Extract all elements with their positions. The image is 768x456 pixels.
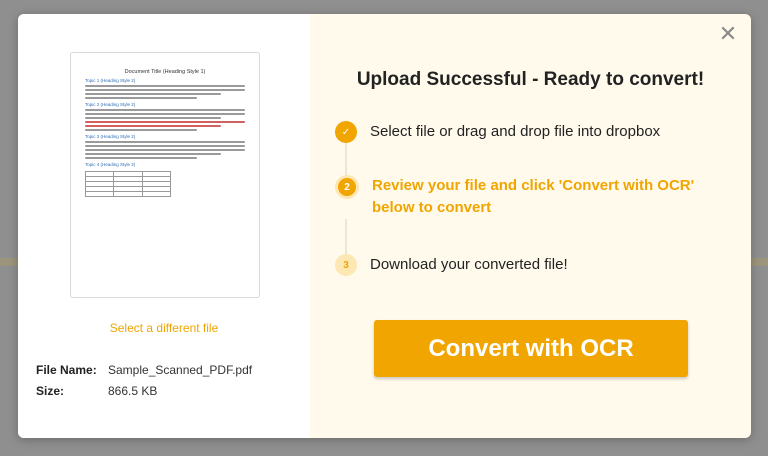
file-size-row: Size: 866.5 KB: [36, 380, 252, 401]
doc-text-line: [85, 121, 245, 123]
doc-text-line: [85, 153, 221, 155]
doc-text-line: [85, 113, 245, 115]
doc-text-line: [85, 149, 245, 151]
step-1: ✓ Select file or drag and drop file into…: [335, 121, 660, 143]
step-3-text: Download your converted file!: [370, 256, 568, 273]
step-1-text: Select file or drag and drop file into d…: [370, 123, 661, 140]
doc-heading: Topic 3 (Heading Style 2): [85, 134, 136, 139]
doc-text-line: [85, 89, 245, 91]
doc-heading: Topic 2 (Heading Style 2): [85, 102, 136, 107]
doc-text-line: [85, 129, 197, 131]
file-name-row: File Name: Sample_Scanned_PDF.pdf: [36, 359, 252, 380]
step-3: 3 Download your converted file!: [335, 254, 568, 276]
close-icon[interactable]: ✕: [717, 24, 739, 46]
check-icon: ✓: [335, 121, 357, 143]
doc-title: Document Title (Heading Style 1): [124, 69, 206, 75]
document-page: Document Title (Heading Style 1) Topic 1…: [84, 63, 245, 287]
doc-heading: Topic 4 (Heading Style 2): [85, 162, 136, 167]
step-2-text: Review your file and click 'Convert with…: [372, 177, 695, 216]
doc-text-line: [85, 125, 221, 127]
file-size-label: Size:: [36, 383, 65, 398]
doc-table: [84, 171, 172, 197]
doc-text-line: [85, 109, 245, 111]
upload-modal: Document Title (Heading Style 1) Topic 1…: [18, 14, 751, 438]
convert-with-ocr-button[interactable]: Convert with OCR: [374, 320, 688, 377]
file-name-value: Sample_Scanned_PDF.pdf: [108, 362, 253, 377]
doc-text-line: [85, 141, 245, 143]
doc-text-line: [85, 145, 245, 147]
doc-text-line: [85, 85, 245, 87]
doc-text-line: [85, 97, 197, 99]
doc-heading: Topic 1 (Heading Style 2): [85, 78, 136, 83]
doc-text-line: [85, 93, 221, 95]
modal-heading: Upload Successful - Ready to convert!: [356, 69, 705, 90]
file-info: File Name: Sample_Scanned_PDF.pdf Size: …: [36, 359, 252, 401]
file-name-label: File Name:: [36, 362, 97, 377]
step-2: 2 Review your file and click 'Convert wi…: [335, 175, 717, 219]
step-connector: [345, 219, 347, 254]
file-size-value: 866.5 KB: [108, 383, 158, 398]
step-3-marker: 3: [335, 254, 357, 276]
file-preview-panel: Document Title (Heading Style 1) Topic 1…: [18, 14, 310, 438]
step-2-marker: 2: [335, 175, 359, 199]
document-thumbnail: Document Title (Heading Style 1) Topic 1…: [70, 52, 260, 298]
doc-text-line: [85, 117, 221, 119]
doc-text-line: [85, 157, 197, 159]
select-different-file-link[interactable]: Select a different file: [18, 321, 310, 335]
